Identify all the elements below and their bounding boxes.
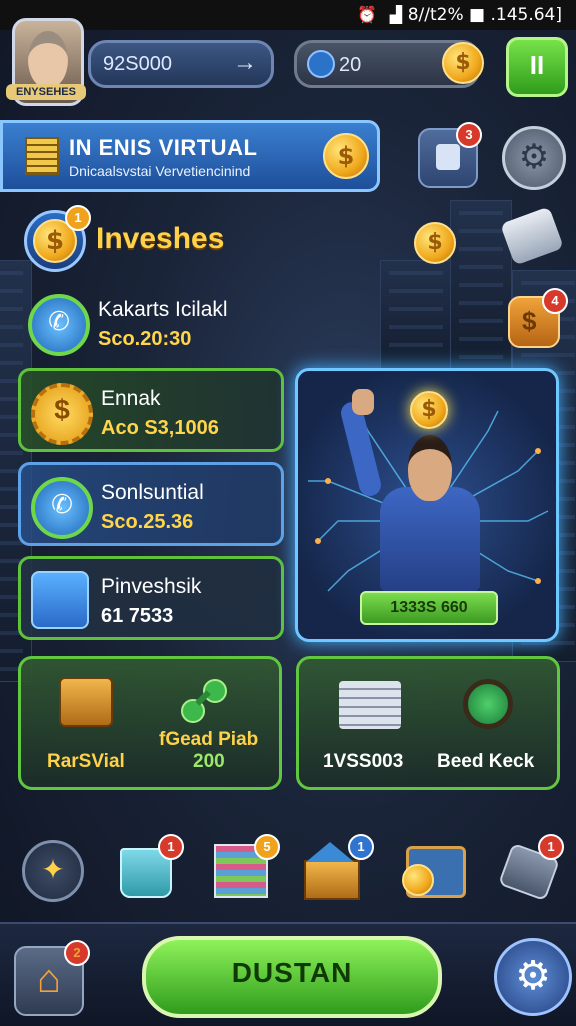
phone-icon: ✆ <box>28 294 90 356</box>
glowing-coin-icon: $ <box>410 391 448 429</box>
coin-icon: $ <box>323 133 369 179</box>
paper-stack-icon <box>339 681 401 729</box>
gear-icon: ⚙ <box>515 954 551 998</box>
star-icon[interactable]: ✦ <box>22 840 84 902</box>
status-bar: ⏰ ▟ 8//t2% ■ .145.64] <box>0 0 576 30</box>
row-title: Pinveshsik <box>101 575 202 598</box>
row-title: Ennak <box>101 387 161 410</box>
notification-badge: 3 <box>456 122 482 148</box>
investment-row[interactable]: Pinveshsik 61 7533 <box>18 556 284 640</box>
home-button[interactable]: ⌂ 2 <box>14 940 90 1016</box>
notification-badge: 1 <box>538 834 564 860</box>
gear-coin-icon: $ <box>31 383 93 445</box>
dollar-icon: $ 1 <box>24 205 91 272</box>
tablet-tool-icon[interactable] <box>402 840 466 898</box>
event-banner[interactable]: IN ENIS VIRTUAL Dnicaalsvstai Vervetienc… <box>0 120 380 192</box>
notification-badge: 5 <box>254 834 280 860</box>
settings-button[interactable]: ⚙ <box>494 938 572 1016</box>
dollar-icon: $ <box>522 306 537 336</box>
primary-action-button[interactable]: DUSTAN <box>142 936 442 1018</box>
house-box-icon[interactable]: 1 <box>304 834 374 900</box>
gem-icon <box>307 50 335 78</box>
inventory-card[interactable]: 1VSS003 Beed Keck <box>296 656 560 790</box>
featured-character-card[interactable]: $ 1333S 660 <box>295 368 559 642</box>
shop-button[interactable]: $ 4 <box>508 288 568 348</box>
inventory-label: 1VSS003 <box>323 751 404 772</box>
reward-title: fGead Piab <box>159 729 259 750</box>
money-bag-icon[interactable]: $ <box>414 222 456 264</box>
inventory-title: Beed Keck <box>437 751 535 772</box>
home-icon: ⌂ <box>36 957 62 1001</box>
banner-title: IN ENIS VIRTUAL <box>69 135 258 160</box>
id-card-icon <box>436 144 460 170</box>
row-value: Sco.20:30 <box>98 328 192 350</box>
row-value: 61 7533 <box>101 605 174 627</box>
reward-card[interactable]: RarSVial fGead Piab 200 <box>18 656 282 790</box>
row-value: Aco S3,1006 <box>101 417 219 439</box>
character-body <box>380 487 480 591</box>
gems-value: 20 <box>339 54 362 76</box>
ledger-icon <box>25 137 59 175</box>
notification-badge: 2 <box>64 940 90 966</box>
gear-icon[interactable]: ⚙ <box>502 126 566 190</box>
trash-bin-icon[interactable]: 1 <box>118 834 184 898</box>
notification-badge: 4 <box>542 288 568 314</box>
coins-value: 92S000 <box>103 53 172 75</box>
notification-badge: 1 <box>65 205 91 231</box>
money-stack-icon <box>181 677 231 723</box>
hammer-hand-icon[interactable]: 1 <box>497 834 564 902</box>
status-icons: ⏰ ▟ <box>357 7 406 24</box>
box-icon <box>31 571 89 629</box>
hand <box>352 389 374 415</box>
banner-subtitle: Dnicaalsvstai Vervetiencinind <box>69 163 251 179</box>
section-title: Inveshes <box>96 222 225 255</box>
row-title: Kakarts Icilakl <box>98 298 228 321</box>
avatar-label: ENYSEHES <box>6 84 86 100</box>
magnifier-icon <box>463 679 513 729</box>
notification-badge: 1 <box>348 834 374 860</box>
coins-counter[interactable]: 92S000 → <box>88 40 274 88</box>
row-title: Sonlsuntial <box>101 481 204 504</box>
investment-row[interactable]: ✆ Sonlsuntial Sco.25.36 <box>18 462 284 546</box>
reward-value: 200 <box>193 751 225 772</box>
coin-icon[interactable]: $ <box>442 42 484 84</box>
status-text: 8//t2% ■ .145.64] <box>407 5 562 25</box>
reward-label: RarSVial <box>47 751 125 772</box>
character-head <box>408 435 452 501</box>
investment-row[interactable]: ✆ Kakarts Icilakl Sco.20:30 <box>18 282 278 360</box>
hero-value-button[interactable]: 1333S 660 <box>360 591 498 625</box>
books-icon[interactable]: 5 <box>212 834 280 898</box>
investment-row[interactable]: $ Ennak Aco S3,1006 <box>18 368 284 452</box>
phone-icon: ✆ <box>31 477 93 539</box>
row-value: Sco.25.36 <box>101 511 194 533</box>
treasure-chest-icon <box>59 677 113 727</box>
pause-button[interactable]: II <box>506 37 568 97</box>
city-building <box>380 260 452 372</box>
arrow-right-icon[interactable]: → <box>233 49 257 77</box>
profile-card-button[interactable]: 3 <box>418 122 482 188</box>
notification-badge: 1 <box>158 834 184 860</box>
